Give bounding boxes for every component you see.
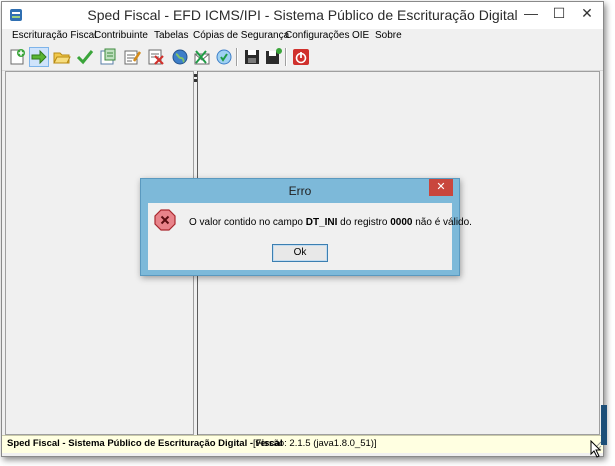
toolbar-separator: [236, 48, 238, 66]
window-title: Sped Fiscal - EFD ICMS/IPI - Sistema Púb…: [87, 7, 518, 23]
status-version: [versão: 2.1.5 (java1.8.0_51)]: [253, 438, 377, 449]
menu-escrituracao-fiscal[interactable]: Escrituração Fiscal: [12, 30, 96, 41]
ok-button[interactable]: Ok: [272, 244, 328, 262]
transmit-icon[interactable]: [192, 47, 212, 67]
status-bar: Sped Fiscal - Sistema Público de Escritu…: [2, 435, 603, 453]
menu-configuracoes[interactable]: Configurações: [285, 30, 349, 41]
globe-icon[interactable]: [170, 47, 190, 67]
sign-icon[interactable]: [122, 47, 142, 67]
dialog-close-button[interactable]: ✕: [429, 179, 453, 196]
mouse-cursor-icon: [590, 440, 602, 458]
menu-copias-de-seguranca[interactable]: Cópias de Segurança: [193, 30, 289, 41]
toolbar-separator: [285, 48, 287, 66]
maximize-button[interactable]: ☐: [545, 2, 573, 24]
save-as-icon[interactable]: [263, 47, 283, 67]
import-icon[interactable]: [29, 47, 49, 67]
save-icon[interactable]: [242, 47, 262, 67]
menu-sobre[interactable]: Sobre: [375, 30, 402, 41]
error-icon: [154, 209, 176, 231]
open-folder-icon[interactable]: [52, 47, 72, 67]
minimize-button[interactable]: —: [517, 2, 545, 24]
delete-icon[interactable]: [146, 47, 166, 67]
dialog-body: O valor contido no campo DT_INI do regis…: [148, 203, 472, 270]
menu-bar: Escrituração Fiscal Contribuinte Tabelas…: [2, 29, 603, 45]
error-dialog: Erro ✕ O valor contido no campo DT_INI d…: [140, 178, 472, 276]
dialog-message: O valor contido no campo DT_INI do regis…: [189, 217, 472, 228]
title-bar[interactable]: Sped Fiscal - EFD ICMS/IPI - Sistema Púb…: [2, 2, 603, 29]
exit-icon[interactable]: [291, 47, 311, 67]
menu-oie[interactable]: OIE: [352, 30, 369, 41]
toolbar: [2, 45, 603, 71]
new-icon[interactable]: [7, 47, 27, 67]
menu-contribuinte[interactable]: Contribuinte: [94, 30, 148, 41]
report-icon[interactable]: [98, 47, 118, 67]
status-app-name: Sped Fiscal - Sistema Público de Escritu…: [7, 438, 283, 449]
dialog-title: Erro: [288, 184, 312, 198]
record-code: 0000: [390, 217, 413, 228]
field-name: DT_INI: [305, 217, 338, 228]
menu-tabelas[interactable]: Tabelas: [154, 30, 188, 41]
close-button[interactable]: ✕: [573, 2, 601, 24]
validate-check-icon[interactable]: [75, 47, 95, 67]
receipt-icon[interactable]: [214, 47, 234, 67]
background-edge: [601, 405, 607, 445]
